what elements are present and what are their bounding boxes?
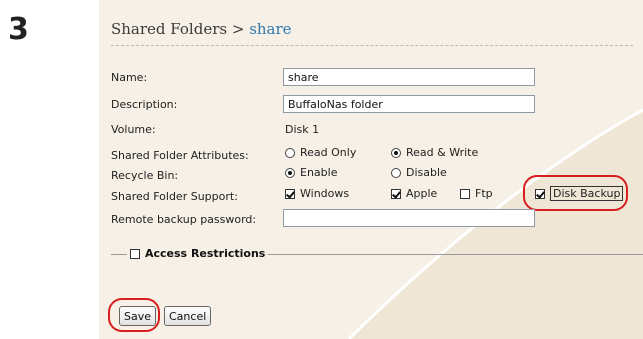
attributes-read-write-option[interactable]: Read & Write bbox=[391, 146, 478, 159]
checkbox[interactable] bbox=[460, 188, 470, 199]
radio-button-selected[interactable] bbox=[391, 147, 401, 158]
volume-label: Volume: bbox=[111, 123, 156, 136]
support-windows-option[interactable]: Windows bbox=[285, 187, 349, 200]
attributes-read-only-label: Read Only bbox=[300, 146, 357, 159]
access-restrictions-label: Access Restrictions bbox=[145, 247, 266, 260]
volume-value: Disk 1 bbox=[285, 123, 320, 136]
section-divider-left bbox=[111, 254, 127, 255]
support-windows-label: Windows bbox=[300, 187, 350, 200]
support-ftp-option[interactable]: Ftp bbox=[460, 187, 493, 200]
description-field[interactable]: BuffaloNas folder bbox=[283, 95, 535, 113]
name-label: Name: bbox=[111, 71, 148, 84]
remote-backup-password-field[interactable] bbox=[283, 209, 535, 227]
attributes-read-only-option[interactable]: Read Only bbox=[285, 146, 356, 159]
recycle-enable-label: Enable bbox=[300, 166, 338, 179]
settings-panel: Shared Folders > share Name: share Descr… bbox=[99, 0, 643, 339]
step-number: 3 bbox=[8, 12, 29, 47]
section-divider-right bbox=[261, 254, 643, 255]
radio-button[interactable] bbox=[285, 147, 295, 158]
description-label: Description: bbox=[111, 98, 178, 111]
name-field[interactable]: share bbox=[283, 68, 535, 86]
highlight-circle-disk-backup bbox=[523, 175, 628, 211]
support-label: Shared Folder Support: bbox=[111, 190, 238, 203]
support-apple-option[interactable]: Apple bbox=[391, 187, 437, 200]
breadcrumb-section[interactable]: Shared Folders bbox=[111, 20, 227, 38]
breadcrumb-current: share bbox=[249, 20, 292, 38]
page-title: Shared Folders > share bbox=[111, 20, 292, 38]
radio-button[interactable] bbox=[391, 167, 401, 178]
checkbox-checked[interactable] bbox=[285, 188, 295, 199]
breadcrumb-separator: > bbox=[231, 20, 245, 38]
radio-button-selected[interactable] bbox=[285, 167, 295, 178]
cancel-button[interactable]: Cancel bbox=[164, 306, 212, 326]
checkbox-checked[interactable] bbox=[391, 188, 401, 199]
support-ftp-label: Ftp bbox=[475, 187, 493, 200]
recycle-bin-label: Recycle Bin: bbox=[111, 169, 179, 182]
highlight-circle-save bbox=[108, 298, 160, 332]
recycle-disable-label: Disable bbox=[406, 166, 447, 179]
attributes-label: Shared Folder Attributes: bbox=[111, 149, 249, 162]
support-apple-label: Apple bbox=[406, 187, 438, 200]
remote-backup-label: Remote backup password: bbox=[111, 213, 257, 226]
access-restrictions-toggle[interactable]: Access Restrictions bbox=[127, 247, 269, 260]
recycle-enable-option[interactable]: Enable bbox=[285, 166, 337, 179]
recycle-disable-option[interactable]: Disable bbox=[391, 166, 447, 179]
background-swoosh bbox=[347, 108, 643, 339]
checkbox[interactable] bbox=[130, 248, 140, 259]
attributes-read-write-label: Read & Write bbox=[406, 146, 479, 159]
header-divider bbox=[111, 45, 633, 46]
